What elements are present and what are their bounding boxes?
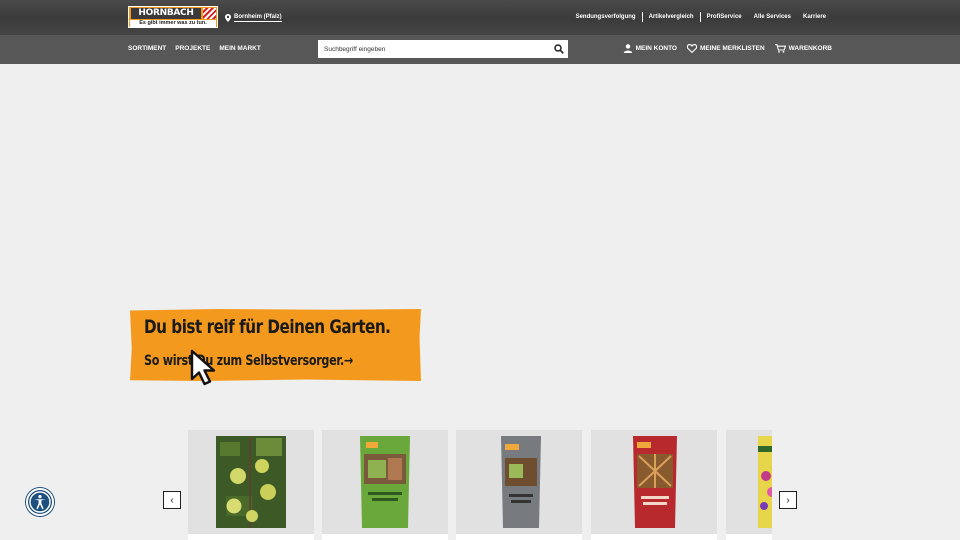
product-card-footer [322, 534, 448, 540]
mouse-pointer-icon [190, 349, 216, 386]
account-link[interactable]: MEIN KONTO [623, 44, 677, 53]
heart-icon [687, 44, 697, 53]
main-nav-bar: SORTIMENT PROJEKTE MEIN MARKT MEIN KONTO… [0, 35, 960, 64]
product-card[interactable] [456, 430, 582, 540]
product-card-footer [188, 534, 314, 540]
user-icon [623, 44, 632, 53]
chevron-right-icon: › [786, 494, 790, 506]
search-bar [318, 40, 568, 58]
chevron-left-icon: ‹ [170, 494, 174, 506]
hero-banner[interactable]: Du bist reif für Deinen Garten. So wirst… [130, 309, 421, 381]
product-card-footer [456, 534, 582, 540]
nav-mein-markt[interactable]: MEIN MARKT [219, 45, 261, 52]
wishlist-label: MEINE MERKLISTEN [700, 45, 765, 52]
hero-headline: Du bist reif für Deinen Garten. [144, 316, 391, 338]
cart-label: WARENKORB [788, 45, 832, 52]
store-name: Bornheim (Pfalz) [234, 14, 282, 22]
link-profiservice[interactable]: ProfiService [701, 14, 748, 20]
product-card-footer [726, 534, 772, 540]
search-icon[interactable] [550, 40, 568, 58]
location-pin-icon [225, 14, 231, 22]
carousel-next-button[interactable]: › [779, 491, 797, 509]
account-label: MEIN KONTO [635, 45, 677, 52]
top-bar: HORNBACH Es gibt immer was zu tun. Bornh… [0, 0, 960, 35]
link-sendungsverfolgung[interactable]: Sendungsverfolgung [570, 14, 642, 20]
accessibility-button[interactable] [26, 488, 54, 516]
product-image [758, 436, 772, 528]
store-selector[interactable]: Bornheim (Pfalz) [225, 12, 282, 24]
product-image [216, 436, 286, 528]
nav-sortiment[interactable]: SORTIMENT [128, 45, 166, 52]
product-image [633, 436, 677, 528]
product-carousel [188, 430, 772, 540]
cart-icon [774, 44, 786, 53]
accessibility-icon [29, 491, 51, 513]
hornbach-logo[interactable]: HORNBACH Es gibt immer was zu tun. [128, 6, 218, 28]
logo-slogan: Es gibt immer was zu tun. [130, 20, 216, 27]
product-card[interactable] [188, 430, 314, 540]
link-alle-services[interactable]: Alle Services [748, 14, 797, 20]
logo-brand: HORNBACH [131, 8, 201, 19]
product-image [360, 436, 410, 528]
product-card[interactable] [726, 430, 772, 540]
link-artikelvergleich[interactable]: Artikelvergleich [643, 14, 700, 20]
product-image [501, 436, 541, 528]
user-nav: MEIN KONTO MEINE MERKLISTEN WARENKORB [623, 44, 832, 53]
main-nav: SORTIMENT PROJEKTE MEIN MARKT [128, 45, 261, 52]
link-karriere[interactable]: Karriere [797, 14, 832, 20]
product-card[interactable] [322, 430, 448, 540]
hero-cta-link[interactable]: So wirst Du zum Selbstversorger.→ [144, 353, 353, 369]
cart-link[interactable]: WARENKORB [774, 44, 832, 53]
product-card-footer [591, 534, 717, 540]
top-links: Sendungsverfolgung Artikelvergleich Prof… [570, 12, 832, 22]
product-card[interactable] [591, 430, 717, 540]
wishlist-link[interactable]: MEINE MERKLISTEN [687, 44, 765, 53]
carousel-prev-button[interactable]: ‹ [163, 491, 181, 509]
nav-projekte[interactable]: PROJEKTE [175, 45, 210, 52]
search-input[interactable] [318, 40, 550, 58]
logo-stripes-icon [203, 8, 216, 19]
